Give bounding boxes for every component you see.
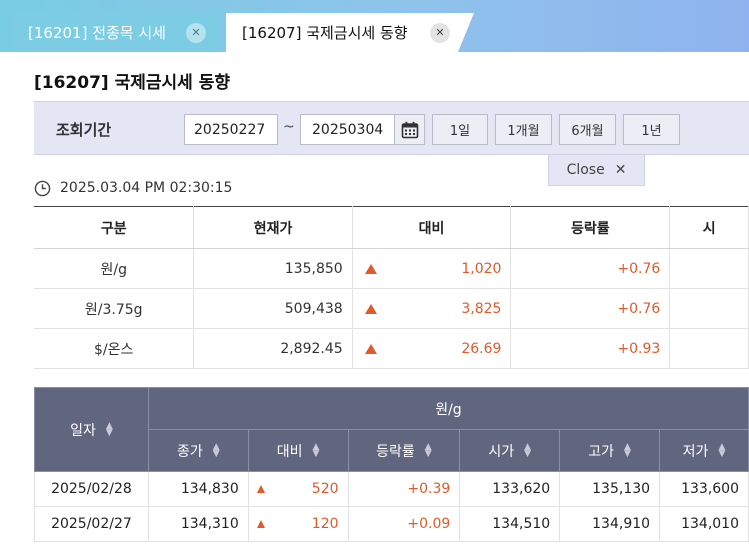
col-header: 구분 xyxy=(34,206,195,249)
table-row: 2025/02/28 134,830 520 +0.39 133,620 135… xyxy=(34,471,749,507)
close-search-button[interactable]: Close ✕ xyxy=(548,155,645,186)
tab-all-stocks[interactable]: [16201] 전종목 시세 ✕ xyxy=(14,13,220,52)
col-header: 현재가 xyxy=(193,206,353,249)
rate-cell: +0.93 xyxy=(510,328,671,369)
date-from-input[interactable]: 20250227 xyxy=(184,114,278,145)
high-cell: 135,130 xyxy=(559,471,661,507)
table-row: $/온스 2,892.45 26.69 +0.93 xyxy=(34,328,749,369)
open-cell: 133,620 xyxy=(459,471,561,507)
close-icon[interactable]: ✕ xyxy=(186,22,206,43)
group-header: 원/g xyxy=(147,387,749,430)
calendar-icon[interactable] xyxy=(394,115,424,144)
low-cell: 134,010 xyxy=(659,506,749,542)
diff-cell: 1,020 xyxy=(352,248,512,289)
close-cell: 134,830 xyxy=(147,471,249,507)
tab-intl-gold[interactable]: [16207] 국제금시세 동향 ✕ xyxy=(226,13,474,52)
summary-table: 구분 현재가 대비 등락률 시 원/g 135,850 1,020 +0.76 … xyxy=(34,206,749,369)
col-header-diff[interactable]: 대비 ▲ ▼ xyxy=(247,429,349,472)
sort-icon: ▲ ▼ xyxy=(312,441,320,459)
unit-cell: 원/g xyxy=(34,248,195,289)
close-cell: 134,310 xyxy=(147,506,249,542)
price-cell: 509,438 xyxy=(193,288,353,329)
date-separator: ~ xyxy=(283,119,295,135)
page-title: [16207] 국제금시세 동향 xyxy=(34,73,230,93)
col-header-date[interactable]: 일자 ▲ ▼ xyxy=(34,387,149,472)
diff-cell: 3,825 xyxy=(352,288,512,329)
diff-cell: 520 xyxy=(247,471,349,507)
sort-icon: ▲ ▼ xyxy=(105,420,113,438)
tab-label: [16207] 국제금시세 동향 xyxy=(242,24,408,42)
period-1day-button[interactable]: 1일 xyxy=(432,114,488,145)
col-header: 시 xyxy=(669,206,749,249)
period-label: 조회기간 xyxy=(56,121,112,139)
sort-icon: ▲ ▼ xyxy=(624,441,631,459)
tab-label: [16201] 전종목 시세 xyxy=(28,24,166,42)
diff-cell: 120 xyxy=(247,506,349,542)
date-from-value: 20250227 xyxy=(194,121,266,138)
rate-cell: +0.39 xyxy=(347,471,461,507)
rate-cell: +0.76 xyxy=(510,288,671,329)
period-6month-button[interactable]: 6개월 xyxy=(559,114,616,145)
open-cell: 134,510 xyxy=(459,506,561,542)
high-cell: 134,910 xyxy=(559,506,661,542)
table-row: 원/3.75g 509,438 3,825 +0.76 xyxy=(34,288,749,329)
period-1year-button[interactable]: 1년 xyxy=(623,114,680,145)
close-icon: ✕ xyxy=(614,162,627,178)
col-header: 대비 xyxy=(352,206,512,249)
update-timestamp: 2025.03.04 PM 02:30:15 xyxy=(34,178,232,198)
low-cell: 133,600 xyxy=(659,471,749,507)
period-1month-button[interactable]: 1개월 xyxy=(495,114,552,145)
table-row: 원/g 135,850 1,020 +0.76 xyxy=(34,248,749,289)
date-cell: 2025/02/28 xyxy=(34,471,149,507)
timestamp-text: 2025.03.04 PM 02:30:15 xyxy=(60,180,233,196)
close-icon[interactable]: ✕ xyxy=(430,22,450,43)
search-panel: 조회기간 20250227 ~ 20250304 1일 1개월 6개월 1년 xyxy=(34,101,749,155)
col-header-low[interactable]: 저가 ▲ ▼ xyxy=(659,429,749,472)
col-header-open[interactable]: 시가 ▲ ▼ xyxy=(459,429,561,472)
close-label: Close xyxy=(566,162,605,178)
history-table: 일자 ▲ ▼ 원/g 종가 ▲ ▼ 대비 ▲ ▼ 등락률 ▲ ▼ 시가 ▲ ▼ 고가 ▲ ▼ 저가 ▲ ▼ … xyxy=(34,387,749,542)
col-header: 등락률 xyxy=(510,206,671,249)
sort-icon: ▲ ▼ xyxy=(524,441,532,459)
sort-icon: ▲ ▼ xyxy=(718,441,726,459)
sort-icon: ▲ ▼ xyxy=(424,441,432,459)
date-to-value: 20250304 xyxy=(312,121,384,138)
unit-cell: 원/3.75g xyxy=(34,288,195,329)
date-to-input[interactable]: 20250304 xyxy=(300,114,425,145)
col-header-high[interactable]: 고가 ▲ ▼ xyxy=(559,429,661,472)
tab-bar: [16201] 전종목 시세 ✕ [16207] 국제금시세 동향 ✕ xyxy=(0,0,749,52)
rate-cell: +0.09 xyxy=(347,506,461,542)
sort-icon: ▲ ▼ xyxy=(212,441,220,459)
up-arrow-icon xyxy=(256,485,265,493)
summary-header-row: 구분 현재가 대비 등락률 시 xyxy=(34,206,749,249)
up-arrow-icon xyxy=(256,520,265,528)
date-cell: 2025/02/27 xyxy=(34,506,149,542)
up-arrow-icon xyxy=(364,343,377,354)
price-cell: 2,892.45 xyxy=(193,328,353,369)
col-header-close[interactable]: 종가 ▲ ▼ xyxy=(147,429,249,472)
diff-cell: 26.69 xyxy=(352,328,512,369)
col-header-rate[interactable]: 등락률 ▲ ▼ xyxy=(347,429,461,472)
rate-cell: +0.76 xyxy=(510,248,671,289)
price-cell: 135,850 xyxy=(193,248,353,289)
clock-icon xyxy=(34,180,51,196)
up-arrow-icon xyxy=(364,303,377,314)
up-arrow-icon xyxy=(364,263,377,274)
table-row: 2025/02/27 134,310 120 +0.09 134,510 134… xyxy=(34,506,749,542)
unit-cell: $/온스 xyxy=(34,328,195,369)
